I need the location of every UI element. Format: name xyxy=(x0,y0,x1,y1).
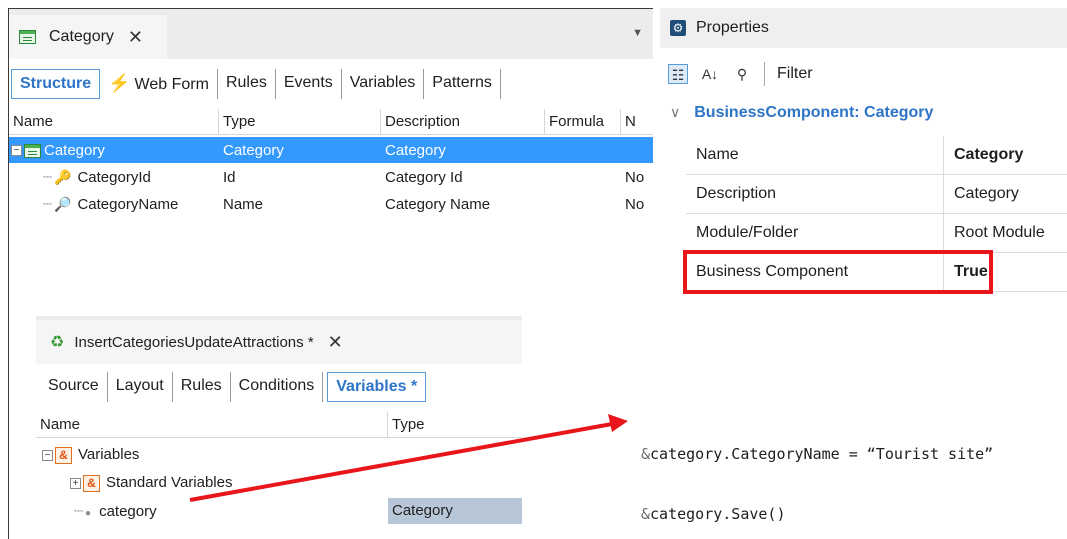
arrow-head xyxy=(608,414,628,432)
annotation-arrow xyxy=(189,414,628,502)
arrow-shaft xyxy=(189,422,613,502)
